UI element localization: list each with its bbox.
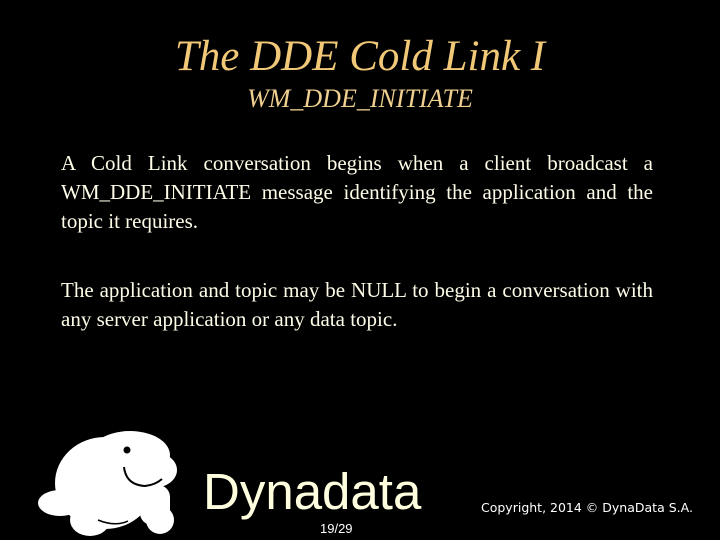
body-paragraph: A Cold Link conversation begins when a c…: [61, 151, 653, 233]
body-paragraph: The application and topic may be NULL to…: [61, 278, 653, 331]
copyright-notice: Copyright, 2014 © DynaData S.A.: [481, 500, 693, 515]
slide-title: The DDE Cold Link I: [174, 33, 546, 80]
manatee-mascot-icon: [38, 431, 177, 536]
page-number: 19/29: [320, 521, 353, 536]
brand-logo-text: Dynadata: [203, 463, 422, 520]
slide-subtitle: WM_DDE_INITIATE: [247, 84, 473, 113]
